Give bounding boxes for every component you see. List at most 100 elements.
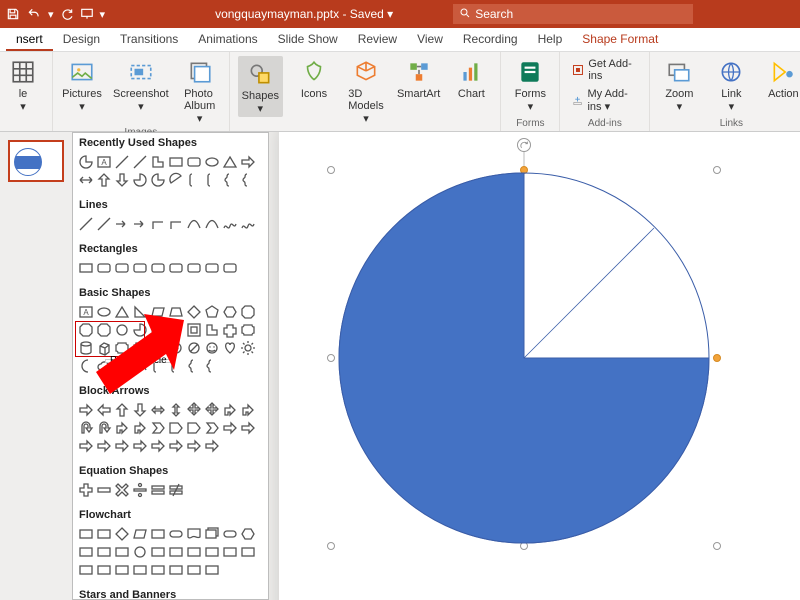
- shape-smile[interactable]: [204, 340, 220, 356]
- shape-rrect[interactable]: [222, 260, 238, 276]
- undo-icon[interactable]: [26, 7, 42, 21]
- shape-flowproc[interactable]: [186, 544, 202, 560]
- shape-flowproc[interactable]: [168, 544, 184, 560]
- link-button[interactable]: Link▾: [710, 56, 752, 113]
- shape-arrowU[interactable]: [114, 402, 130, 418]
- shape-line[interactable]: [78, 216, 94, 232]
- shape-rect[interactable]: [168, 154, 184, 170]
- shape-elbow[interactable]: [168, 216, 184, 232]
- shape-flowproc[interactable]: [204, 544, 220, 560]
- shape-oct[interactable]: [78, 322, 94, 338]
- shape-flowproc[interactable]: [186, 562, 202, 578]
- shape-tri[interactable]: [114, 304, 130, 320]
- tab-review[interactable]: Review: [348, 28, 407, 51]
- shape-pie[interactable]: [132, 322, 148, 338]
- shape-free[interactable]: [222, 216, 238, 232]
- shape-arrowL[interactable]: [96, 402, 112, 418]
- shape-bracket[interactable]: [204, 172, 220, 188]
- forms-button[interactable]: Forms▾: [509, 56, 551, 113]
- shape-arrowLR[interactable]: [150, 402, 166, 418]
- pictures-button[interactable]: Pictures▾: [61, 56, 103, 113]
- tab-shape-format[interactable]: Shape Format: [572, 28, 668, 51]
- shape-arrowD[interactable]: [114, 172, 130, 188]
- shape-uturn[interactable]: [78, 420, 94, 436]
- partial-circle-shape[interactable]: [331, 170, 717, 546]
- tab-insert[interactable]: nsert: [6, 28, 53, 51]
- shape-mult[interactable]: [114, 482, 130, 498]
- smartart-button[interactable]: SmartArt: [397, 56, 440, 100]
- shape-flowproc[interactable]: [114, 544, 130, 560]
- shape-arrow4[interactable]: [186, 402, 202, 418]
- shape-arrowR[interactable]: [114, 438, 130, 454]
- shape-flowproc[interactable]: [78, 544, 94, 560]
- shape-trap[interactable]: [168, 304, 184, 320]
- shape-plaque[interactable]: [240, 322, 256, 338]
- shapes-button[interactable]: Shapes▾: [238, 56, 283, 117]
- shape-arrowD[interactable]: [132, 402, 148, 418]
- shape-rrect[interactable]: [114, 260, 130, 276]
- shape-brace[interactable]: [186, 358, 202, 374]
- shape-flowdata[interactable]: [132, 526, 148, 542]
- shape-arrowR[interactable]: [132, 438, 148, 454]
- shape-rrect[interactable]: [132, 260, 148, 276]
- shape-hex[interactable]: [222, 304, 238, 320]
- shape-rtri[interactable]: [132, 304, 148, 320]
- shape-flowproc[interactable]: [96, 526, 112, 542]
- chart-button[interactable]: Chart: [450, 56, 492, 100]
- shape-rrect[interactable]: [204, 260, 220, 276]
- shape-plaque[interactable]: [114, 340, 130, 356]
- shape-curve[interactable]: [186, 216, 202, 232]
- shape-arrowU[interactable]: [96, 172, 112, 188]
- shape-flowterm[interactable]: [222, 526, 238, 542]
- shape-chord[interactable]: [168, 172, 184, 188]
- shape-neq[interactable]: [168, 482, 184, 498]
- shape-flowproc[interactable]: [240, 544, 256, 560]
- action-button[interactable]: Action: [762, 56, 800, 100]
- shape-arrowR[interactable]: [96, 438, 112, 454]
- tab-design[interactable]: Design: [53, 28, 110, 51]
- shape-frame[interactable]: [150, 340, 166, 356]
- shape-arrowR[interactable]: [240, 154, 256, 170]
- slide-thumb-1[interactable]: [8, 140, 64, 182]
- shape-bracket[interactable]: [186, 172, 202, 188]
- shape-flowdec[interactable]: [114, 526, 130, 542]
- rotate-handle[interactable]: [517, 138, 531, 152]
- shape-flowterm[interactable]: [168, 526, 184, 542]
- shape-rrect[interactable]: [186, 260, 202, 276]
- shape-pentR[interactable]: [186, 420, 202, 436]
- shape-rrect[interactable]: [150, 260, 166, 276]
- shape-bent[interactable]: [222, 402, 238, 418]
- shape-rrect[interactable]: [186, 154, 202, 170]
- redo-icon[interactable]: [60, 7, 74, 21]
- shape-noSym[interactable]: [186, 340, 202, 356]
- zoom-button[interactable]: Zoom▾: [658, 56, 700, 113]
- shape-plus[interactable]: [78, 482, 94, 498]
- shape-bent[interactable]: [240, 402, 256, 418]
- shape-chord[interactable]: [168, 322, 184, 338]
- shape-pent[interactable]: [204, 304, 220, 320]
- save-icon[interactable]: [6, 7, 20, 21]
- shape-brace[interactable]: [204, 358, 220, 374]
- shape-flowproc[interactable]: [150, 526, 166, 542]
- shape-flowproc[interactable]: [168, 562, 184, 578]
- shape-flowproc[interactable]: [132, 562, 148, 578]
- shape-arrowR[interactable]: [222, 420, 238, 436]
- shape-moon[interactable]: [78, 358, 94, 374]
- tab-recording[interactable]: Recording: [453, 28, 528, 51]
- shape-oct[interactable]: [96, 322, 112, 338]
- shape-flowproc[interactable]: [204, 562, 220, 578]
- shape-flowproc[interactable]: [78, 562, 94, 578]
- shape-oval[interactable]: [96, 304, 112, 320]
- shape-flowdoc[interactable]: [186, 526, 202, 542]
- shape-arrow[interactable]: [132, 216, 148, 232]
- screenshot-button[interactable]: Screenshot▾: [113, 56, 169, 113]
- shape-can[interactable]: [78, 340, 94, 356]
- shape-donut[interactable]: [168, 340, 184, 356]
- icons-button[interactable]: Icons: [293, 56, 335, 100]
- shape-oval[interactable]: [204, 154, 220, 170]
- shape-sun[interactable]: [240, 340, 256, 356]
- shape-partial[interactable]: [78, 154, 94, 170]
- shape-bent[interactable]: [114, 420, 130, 436]
- get-addins-button[interactable]: Get Add-ins: [568, 56, 641, 84]
- shape-curve[interactable]: [204, 216, 220, 232]
